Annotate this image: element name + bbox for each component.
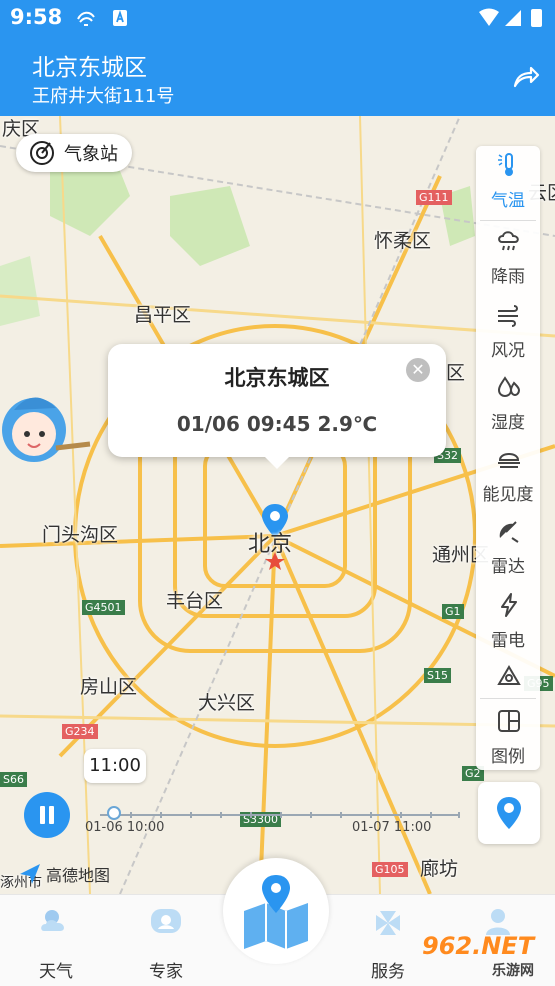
layer-label: 气温 xyxy=(491,191,525,211)
mascot-avatar[interactable] xyxy=(0,378,92,478)
road-shield: G4501 xyxy=(82,600,125,615)
layer-wind[interactable]: 风况 xyxy=(476,296,540,368)
time-slider[interactable] xyxy=(100,812,460,818)
radar-icon xyxy=(499,521,519,543)
layer-humidity[interactable]: 湿度 xyxy=(476,368,540,440)
slider-handle[interactable] xyxy=(107,806,121,820)
nav-weather[interactable]: 天气 xyxy=(16,901,96,982)
layer-label: 风况 xyxy=(491,341,525,361)
road-shield: S66 xyxy=(0,772,27,787)
popup-title: 北京东城区 xyxy=(224,366,330,390)
amap-logo-icon xyxy=(20,864,40,884)
humidity-icon xyxy=(497,376,521,398)
layer-label: 降雨 xyxy=(491,267,525,287)
station-icon xyxy=(30,141,54,165)
road-shield: S15 xyxy=(424,668,451,683)
locate-button[interactable] xyxy=(478,782,540,844)
map-label: 区 xyxy=(446,362,466,384)
map-label: 怀柔区 xyxy=(374,230,432,252)
road-shield: G105 xyxy=(372,862,408,877)
legend-label: 图例 xyxy=(491,747,525,767)
nav-label: 专家 xyxy=(149,962,183,982)
legend-button[interactable]: 图例 xyxy=(476,702,540,774)
layer-temperature[interactable]: 气温 xyxy=(476,146,540,218)
road-shield: G111 xyxy=(416,190,452,205)
watermark-brand: 962.NET xyxy=(422,932,535,960)
nav-label: 天气 xyxy=(39,962,73,982)
layer-rain[interactable]: 降雨 xyxy=(476,222,540,294)
system-status-icons xyxy=(479,8,542,27)
current-time-label: 11:00 xyxy=(84,749,146,783)
layer-label: 雷达 xyxy=(491,557,525,577)
pause-button[interactable] xyxy=(24,792,70,838)
map-label: 大兴区 xyxy=(198,692,256,714)
station-label: 气象站 xyxy=(64,144,118,165)
layer-label: 能见度 xyxy=(482,485,534,505)
app-notification-icon xyxy=(113,10,127,26)
weather-map[interactable]: 庆区 怀柔区 云区 昌平区 区 门头沟区 北京 通州区 丰台区 房山区 大兴区 … xyxy=(0,116,555,894)
attribution-text: 高德地图 xyxy=(46,866,111,885)
timeline-start: 01-06 10:00 xyxy=(85,820,165,835)
share-icon[interactable] xyxy=(511,62,541,92)
map-label: 丰台区 xyxy=(166,590,224,612)
service-icon xyxy=(376,911,400,935)
layer-radar[interactable]: 雷达 xyxy=(476,512,540,584)
road-shield: G1 xyxy=(442,604,464,619)
legend-icon xyxy=(498,710,520,732)
map-attribution: 高德地图 xyxy=(18,862,110,886)
location-pin-icon xyxy=(497,797,521,829)
layer-lightning[interactable]: 雷电 xyxy=(476,586,540,658)
map-label: 昌平区 xyxy=(134,304,192,326)
road-shield: G234 xyxy=(62,724,98,739)
map-label: 廊坊 xyxy=(420,858,459,880)
rain-cloud-icon xyxy=(498,231,519,251)
map-label: 房山区 xyxy=(80,676,138,698)
layer-visibility[interactable]: 能见度 xyxy=(476,440,540,512)
location-address: 王府井大街111号 xyxy=(32,86,175,107)
map-label: 门头沟区 xyxy=(42,524,119,546)
map-label: 北京 xyxy=(248,532,293,557)
layer-panel: 气温 降雨 风况 湿度 能见度 雷达 雷电 图例 xyxy=(476,146,540,770)
map-home-button[interactable] xyxy=(223,858,329,964)
weather-station-button[interactable]: 气象站 xyxy=(16,134,132,172)
weather-icon xyxy=(41,910,64,931)
expert-icon xyxy=(151,909,181,933)
popup-reading: 01/06 09:45 2.9℃ xyxy=(176,412,378,436)
location-title: 北京东城区 xyxy=(32,55,147,81)
nav-expert[interactable]: 专家 xyxy=(126,901,206,982)
visibility-icon xyxy=(498,453,520,468)
nav-label: 服务 xyxy=(371,962,405,982)
station-popup: 北京东城区 01/06 09:45 2.9℃ ✕ xyxy=(108,344,446,469)
nav-service[interactable]: 服务 xyxy=(348,901,428,982)
status-bar: 9:58 xyxy=(0,0,555,36)
layer-more[interactable] xyxy=(476,658,540,698)
layer-label: 湿度 xyxy=(491,413,525,433)
notification-icon xyxy=(77,11,95,26)
lightning-icon xyxy=(501,593,517,617)
watermark-sub: 乐游网 xyxy=(492,963,534,979)
status-time: 9:58 xyxy=(10,5,63,29)
wind-icon xyxy=(498,305,518,327)
thermometer-icon xyxy=(498,153,513,176)
watermark-logo: 962.NET 乐游网 xyxy=(422,932,552,984)
timeline-end: 01-07 11:00 xyxy=(352,820,432,835)
map-icon xyxy=(244,875,308,949)
location-header: 北京东城区 王府井大街111号 xyxy=(0,36,555,116)
layer-label: 雷电 xyxy=(491,631,525,651)
close-icon[interactable]: ✕ xyxy=(406,358,430,382)
more-layers-icon xyxy=(497,665,521,685)
